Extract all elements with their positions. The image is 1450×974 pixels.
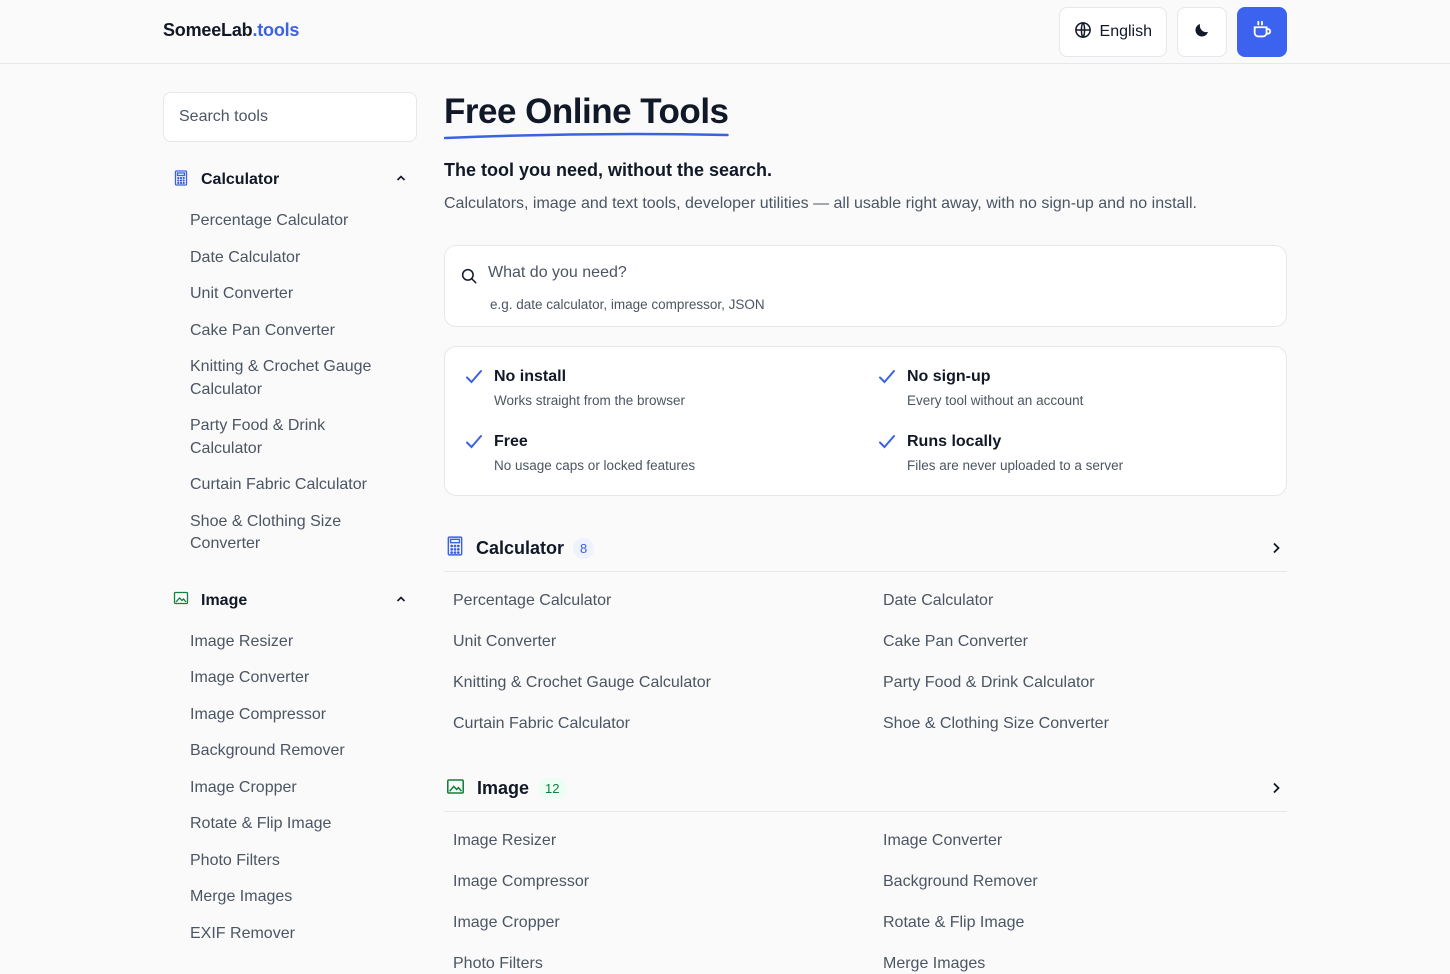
- sidebar-group-header-calculator[interactable]: Calculator: [163, 162, 417, 198]
- main-content: Free Online Tools The tool you need, wit…: [444, 92, 1287, 974]
- dark-mode-toggle[interactable]: [1177, 7, 1227, 57]
- language-button[interactable]: English: [1058, 7, 1167, 57]
- globe-icon: [1074, 21, 1092, 44]
- section-header-calculator[interactable]: Calculator 8: [444, 526, 1287, 572]
- brand-accent: .tools: [252, 20, 300, 40]
- sidebar-item[interactable]: Image Compressor: [190, 697, 390, 734]
- feature-title: Runs locally: [907, 433, 1002, 450]
- image-icon: [446, 777, 465, 801]
- tool-link[interactable]: Image Resizer: [453, 820, 883, 861]
- tool-link[interactable]: Cake Pan Converter: [883, 621, 1296, 662]
- check-icon: [878, 433, 896, 456]
- count-badge: 12: [538, 778, 567, 799]
- calculator-icon: [173, 169, 189, 191]
- section-image: Image 12 Image Resizer Image Converter I…: [444, 766, 1287, 974]
- tool-link[interactable]: Merge Images: [883, 943, 1296, 974]
- sidebar: Calculator Percentage Calculator Date Ca…: [163, 92, 417, 952]
- coffee-cup-icon: [1251, 19, 1273, 46]
- sidebar-item[interactable]: Curtain Fabric Calculator: [190, 467, 390, 504]
- feature-title: Free: [494, 433, 528, 450]
- sidebar-item[interactable]: Party Food & Drink Calculator: [190, 408, 390, 467]
- sidebar-item[interactable]: Date Calculator: [190, 240, 390, 277]
- brand-name: SomeeLab: [163, 20, 253, 40]
- features-card: No install Works straight from the brows…: [444, 346, 1287, 496]
- chevron-up-icon[interactable]: [395, 592, 407, 610]
- tool-link[interactable]: Percentage Calculator: [453, 580, 883, 621]
- chevron-right-icon[interactable]: [1269, 541, 1283, 560]
- sidebar-item[interactable]: EXIF Remover: [190, 916, 390, 953]
- chevron-right-icon[interactable]: [1269, 781, 1283, 800]
- check-icon: [878, 368, 896, 391]
- sidebar-item[interactable]: Photo Filters: [190, 843, 390, 880]
- sidebar-group-label: Image: [201, 591, 248, 609]
- title-underline: [444, 132, 729, 140]
- sidebar-search-input[interactable]: [179, 108, 399, 126]
- sidebar-group-calculator: Calculator Percentage Calculator Date Ca…: [163, 162, 417, 563]
- page-title-wrap: Free Online Tools: [444, 92, 729, 140]
- page-title: Free Online Tools: [444, 92, 729, 131]
- tool-finder[interactable]: e.g. date calculator, image compressor, …: [444, 245, 1287, 327]
- top-bar: SomeeLab.tools English: [0, 0, 1450, 64]
- section-calculator: Calculator 8 Percentage Calculator Date …: [444, 526, 1287, 744]
- sidebar-group-image: Image Image Resizer Image Converter Imag…: [163, 583, 417, 953]
- sidebar-item[interactable]: Percentage Calculator: [190, 203, 390, 240]
- tool-link[interactable]: Background Remover: [883, 861, 1296, 902]
- tool-finder-input[interactable]: [488, 264, 1248, 282]
- sidebar-item[interactable]: Background Remover: [190, 733, 390, 770]
- tool-link[interactable]: Shoe & Clothing Size Converter: [883, 703, 1296, 744]
- tool-link[interactable]: Knitting & Crochet Gauge Calculator: [453, 662, 883, 703]
- sidebar-item[interactable]: Image Cropper: [190, 770, 390, 807]
- page-description: Calculators, image and text tools, devel…: [444, 195, 1197, 212]
- feature-description: Every tool without an account: [907, 393, 1084, 408]
- sidebar-list-image: Image Resizer Image Converter Image Comp…: [163, 624, 417, 953]
- tool-link[interactable]: Curtain Fabric Calculator: [453, 703, 883, 744]
- calculator-icon: [446, 536, 464, 561]
- brand-logo[interactable]: SomeeLab.tools: [163, 20, 299, 41]
- feature-title: No install: [494, 368, 567, 385]
- tool-link[interactable]: Photo Filters: [453, 943, 883, 974]
- tool-grid-image: Image Resizer Image Converter Image Comp…: [444, 820, 1287, 974]
- sidebar-item[interactable]: Cake Pan Converter: [190, 313, 390, 350]
- tool-link[interactable]: Unit Converter: [453, 621, 883, 662]
- tool-link[interactable]: Party Food & Drink Calculator: [883, 662, 1296, 703]
- page-subtitle: The tool you need, without the search.: [444, 160, 773, 180]
- sidebar-search[interactable]: [163, 92, 417, 142]
- chevron-up-icon[interactable]: [395, 171, 407, 189]
- sidebar-item[interactable]: Image Converter: [190, 660, 390, 697]
- sidebar-list-calculator: Percentage Calculator Date Calculator Un…: [163, 203, 417, 563]
- sidebar-item[interactable]: Rotate & Flip Image: [190, 806, 390, 843]
- count-badge: 8: [573, 538, 595, 559]
- moon-icon: [1193, 21, 1211, 44]
- section-title: Image: [477, 778, 530, 798]
- tool-link[interactable]: Image Converter: [883, 820, 1296, 861]
- sidebar-item[interactable]: Image Resizer: [190, 624, 390, 661]
- check-icon: [465, 433, 483, 456]
- image-icon: [173, 590, 189, 611]
- sidebar-group-label: Calculator: [201, 171, 280, 188]
- sidebar-item[interactable]: Unit Converter: [190, 276, 390, 313]
- tool-link[interactable]: Rotate & Flip Image: [883, 902, 1296, 943]
- section-header-image[interactable]: Image 12: [444, 766, 1287, 812]
- feature-description: Files are never uploaded to a server: [907, 458, 1124, 473]
- feature-title: No sign-up: [907, 368, 991, 385]
- tool-link[interactable]: Image Compressor: [453, 861, 883, 902]
- sidebar-item[interactable]: Knitting & Crochet Gauge Calculator: [190, 349, 390, 408]
- tool-finder-hint: e.g. date calculator, image compressor, …: [490, 297, 765, 312]
- feature-description: No usage caps or locked features: [494, 458, 696, 473]
- header-actions: English: [1058, 7, 1287, 57]
- tool-link[interactable]: Date Calculator: [883, 580, 1296, 621]
- sidebar-item[interactable]: Shoe & Clothing Size Converter: [190, 504, 390, 563]
- sidebar-group-header-image[interactable]: Image: [163, 583, 417, 619]
- check-icon: [465, 368, 483, 391]
- tool-grid-calculator: Percentage Calculator Date Calculator Un…: [444, 580, 1287, 744]
- language-label: English: [1099, 23, 1152, 40]
- search-icon: [460, 267, 478, 290]
- tool-link[interactable]: Image Cropper: [453, 902, 883, 943]
- feature-description: Works straight from the browser: [494, 393, 686, 408]
- support-button[interactable]: [1237, 7, 1287, 57]
- section-title: Calculator: [476, 538, 565, 558]
- sidebar-item[interactable]: Merge Images: [190, 879, 390, 916]
